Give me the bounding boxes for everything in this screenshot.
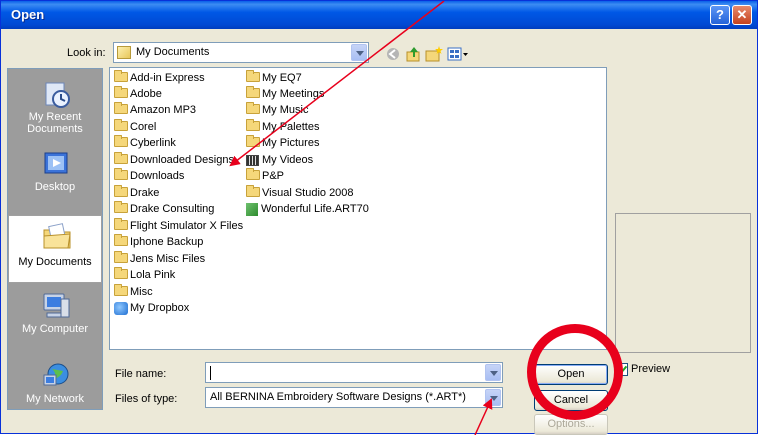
folder-icon bbox=[114, 86, 128, 99]
my-computer-icon bbox=[43, 293, 70, 318]
art-file-icon bbox=[246, 202, 258, 216]
desktop-icon bbox=[44, 152, 68, 174]
files-of-type-label: Files of type: bbox=[115, 393, 178, 405]
list-item[interactable]: Visual Studio 2008 bbox=[246, 185, 354, 201]
my-documents-icon bbox=[43, 223, 71, 249]
title-bar[interactable]: Open ? ✕ bbox=[1, 1, 757, 29]
preview-label: Preview bbox=[631, 363, 671, 375]
folder-icon bbox=[114, 119, 128, 132]
folder-icon bbox=[114, 185, 128, 198]
folder-icon bbox=[246, 70, 260, 83]
list-item[interactable]: Misc bbox=[114, 284, 153, 300]
list-item[interactable]: Add-in Express bbox=[114, 70, 205, 86]
chevron-down-icon[interactable] bbox=[485, 389, 501, 406]
file-list[interactable]: Add-in Express Adobe Amazon MP3 Corel Cy… bbox=[109, 67, 607, 350]
list-item[interactable]: Drake bbox=[114, 185, 159, 201]
folder-icon bbox=[114, 168, 128, 181]
new-folder-icon[interactable] bbox=[425, 46, 443, 62]
list-item[interactable]: P&P bbox=[246, 168, 284, 184]
dropbox-icon bbox=[114, 301, 128, 315]
list-item[interactable]: My Dropbox bbox=[114, 300, 189, 316]
folder-icon bbox=[114, 152, 128, 165]
list-item[interactable]: Drake Consulting bbox=[114, 201, 214, 217]
open-button[interactable]: Open bbox=[534, 364, 608, 385]
my-network-icon bbox=[43, 363, 69, 386]
list-item[interactable]: Wonderful Life.ART70 bbox=[246, 201, 369, 217]
files-of-type-dropdown[interactable]: All BERNINA Embroidery Software Designs … bbox=[205, 387, 503, 408]
list-item[interactable]: Flight Simulator X Files bbox=[114, 218, 243, 234]
place-label: My Documents bbox=[18, 256, 92, 268]
list-item[interactable]: Downloaded Designs bbox=[114, 152, 234, 168]
list-item[interactable]: My EQ7 bbox=[246, 70, 302, 86]
folder-icon bbox=[114, 251, 128, 264]
close-button[interactable]: ✕ bbox=[732, 5, 752, 25]
look-in-label: Look in: bbox=[67, 47, 106, 59]
help-button[interactable]: ? bbox=[710, 5, 730, 25]
place-my-network[interactable]: My Network bbox=[8, 355, 102, 423]
look-in-value: My Documents bbox=[136, 46, 210, 58]
back-icon[interactable] bbox=[385, 46, 403, 62]
list-item[interactable]: Jens Misc Files bbox=[114, 251, 205, 267]
my-documents-small-icon bbox=[117, 46, 131, 59]
list-item[interactable]: My Meetings bbox=[246, 86, 324, 102]
options-button[interactable]: Options... bbox=[534, 414, 608, 435]
list-item[interactable]: My Music bbox=[246, 102, 308, 118]
place-my-computer[interactable]: My Computer bbox=[8, 285, 102, 353]
folder-icon bbox=[114, 234, 128, 247]
list-item[interactable]: Iphone Backup bbox=[114, 234, 203, 250]
list-item[interactable]: Amazon MP3 bbox=[114, 102, 196, 118]
folder-icon bbox=[246, 185, 260, 198]
folder-icon bbox=[246, 86, 260, 99]
file-name-input[interactable] bbox=[205, 362, 503, 383]
open-dialog: Open ? ✕ Look in: My Documents My Recent… bbox=[0, 0, 758, 435]
place-desktop[interactable]: Desktop bbox=[8, 143, 102, 211]
views-menu-icon[interactable] bbox=[447, 46, 469, 62]
folder-icon bbox=[114, 135, 128, 148]
folder-icon bbox=[246, 119, 260, 132]
files-of-type-value: All BERNINA Embroidery Software Designs … bbox=[210, 391, 466, 403]
list-item[interactable]: Adobe bbox=[114, 86, 162, 102]
folder-icon bbox=[114, 284, 128, 297]
videos-folder-icon bbox=[246, 154, 259, 166]
place-label: My Computer bbox=[21, 323, 89, 335]
folder-icon bbox=[114, 218, 128, 231]
list-item[interactable]: My Pictures bbox=[246, 135, 319, 151]
list-item[interactable]: My Palettes bbox=[246, 119, 319, 135]
cancel-button[interactable]: Cancel bbox=[534, 390, 608, 411]
music-folder-icon bbox=[246, 102, 260, 115]
list-item[interactable]: Downloads bbox=[114, 168, 184, 184]
place-label: My Network bbox=[25, 393, 85, 405]
folder-icon bbox=[114, 201, 128, 214]
preview-pane bbox=[615, 213, 751, 353]
folder-icon bbox=[114, 70, 128, 83]
chevron-down-icon[interactable] bbox=[351, 44, 367, 61]
list-item[interactable]: Cyberlink bbox=[114, 135, 176, 151]
places-bar: My Recent Documents Desktop My Documents… bbox=[7, 68, 103, 410]
folder-icon bbox=[114, 102, 128, 115]
place-label: My Recent Documents bbox=[27, 111, 83, 135]
file-name-label: File name: bbox=[115, 368, 167, 380]
up-folder-icon[interactable] bbox=[405, 46, 423, 62]
text-cursor bbox=[210, 366, 211, 380]
look-in-dropdown[interactable]: My Documents bbox=[113, 42, 369, 63]
window-title: Open bbox=[11, 7, 45, 22]
folder-icon bbox=[114, 267, 128, 280]
place-my-documents[interactable]: My Documents bbox=[8, 215, 102, 283]
list-item[interactable]: My Videos bbox=[246, 152, 313, 168]
recent-documents-icon bbox=[45, 82, 70, 108]
list-item[interactable]: Corel bbox=[114, 119, 156, 135]
chevron-down-icon[interactable] bbox=[485, 364, 501, 381]
place-my-recent-documents[interactable]: My Recent Documents bbox=[8, 73, 102, 141]
folder-icon bbox=[246, 168, 260, 181]
preview-checkbox[interactable] bbox=[615, 363, 628, 376]
list-item[interactable]: Lola Pink bbox=[114, 267, 175, 283]
place-label: Desktop bbox=[34, 181, 76, 193]
pictures-folder-icon bbox=[246, 135, 260, 148]
